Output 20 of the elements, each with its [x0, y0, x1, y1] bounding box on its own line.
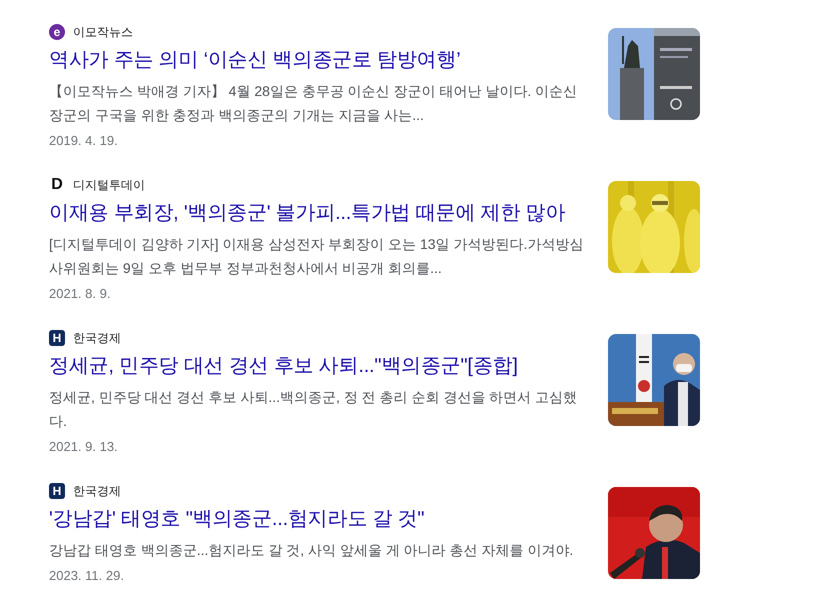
headline-link[interactable]: 이재용 부회장, '백의종군' 불가피...특가법 때문에 제한 많아: [49, 199, 566, 227]
source-name: 한국경제: [73, 330, 121, 347]
source-logo-icon: e: [49, 24, 65, 40]
article-snippet: 정세균, 민주당 대선 경선 후보 사퇴...백의종군, 정 전 총리 순회 경선을 하면서 고심했다.: [49, 388, 578, 431]
headline-link[interactable]: 역사가 주는 의미 ‘이순신 백의종군로 탐방여행’: [49, 46, 460, 74]
source-logo-icon: D: [49, 177, 65, 193]
headline-link[interactable]: '강남갑' 태영호 "백의종군...험지라도 갈 것": [49, 505, 424, 533]
article-snippet: [디지털투데이 김양하 기자] 이재용 삼성전자 부회장이 오는 13일 가석방된다.가석방심사위원회는 9일 오후 법무부 정부과천청사에서 비공개 회의를...: [49, 235, 584, 278]
article-snippet: 【이모작뉴스 박애경 기자】 4월 28일은 충무공 이순신 장군이 태어난 날이다. 이순신 장군의 구국을 위한 충정과 백의종군의 기개는 지금을 사는...: [49, 82, 578, 125]
publish-date: 2021. 8. 9.: [49, 285, 112, 303]
source-logo-icon: H: [49, 330, 65, 346]
article-snippet: 강남갑 태영호 백의종군...험지라도 갈 것, 사익 앞세울 게 아니라 총선 자체를 이겨야.: [49, 541, 574, 560]
headline-link[interactable]: 정세균, 민주당 대선 경선 후보 사퇴..."백의종군"[종합]: [49, 352, 518, 380]
publish-date: 2021. 9. 13.: [49, 438, 119, 456]
source-name: 이모작뉴스: [73, 24, 133, 41]
source-name: 한국경제: [73, 483, 121, 500]
publish-date: 2019. 4. 19.: [49, 132, 119, 150]
publish-date: 2023. 11. 29.: [49, 567, 125, 585]
source-name: 디지털투데이: [73, 177, 145, 194]
source-logo-icon: H: [49, 483, 65, 499]
